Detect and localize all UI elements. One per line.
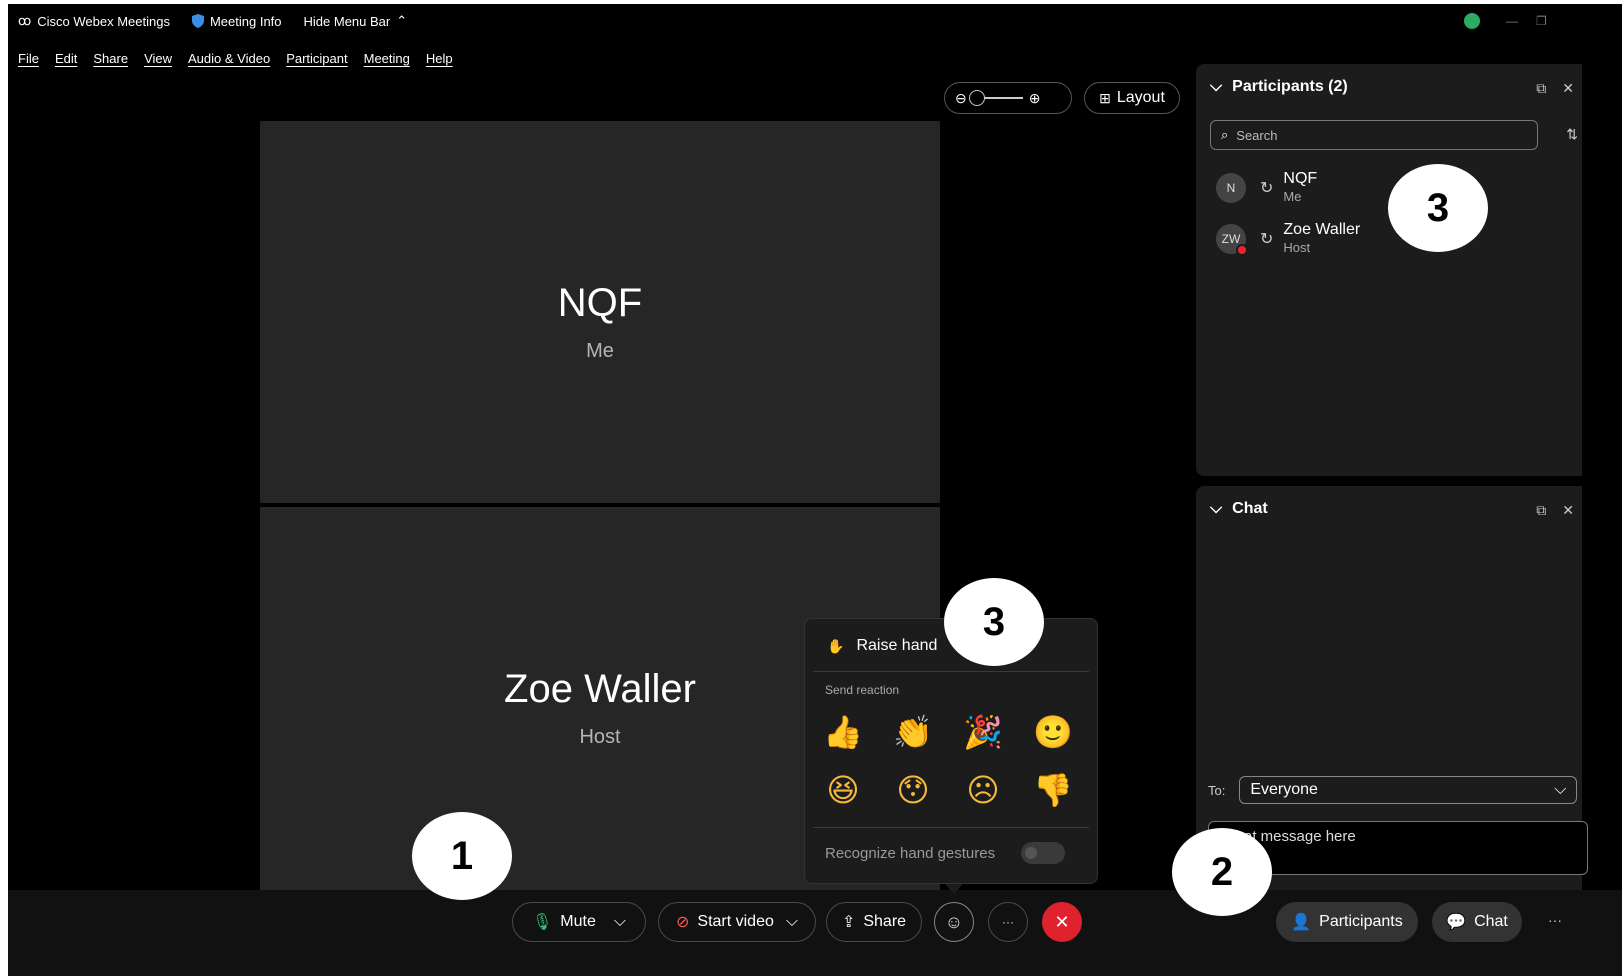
callout-3-reactions: 3	[944, 578, 1044, 666]
microphone-icon: 🎙	[531, 914, 553, 931]
tile-role: Me	[586, 340, 614, 362]
pop-out-icon[interactable]: ⧉	[1536, 80, 1546, 97]
callout-3-participants: 3	[1388, 164, 1488, 252]
participant-name: NQF	[1283, 170, 1318, 187]
callout-2: 2	[1172, 828, 1272, 916]
zoom-knob[interactable]	[968, 90, 985, 106]
recipient-select[interactable]: Everyone ⌵	[1239, 776, 1578, 804]
callout-1: 1	[412, 812, 512, 900]
webex-logo-icon: ꝏ	[18, 13, 32, 28]
network-status-icon[interactable]	[1464, 13, 1480, 29]
laugh-icon[interactable]: 😆	[823, 771, 863, 809]
chevron-up-icon: ⌃	[396, 13, 408, 28]
chevron-down-icon[interactable]: ⌵	[786, 913, 798, 931]
restore-icon[interactable]: ❐	[1536, 14, 1547, 28]
app-title: ꝏ Cisco Webex Meetings	[18, 13, 170, 29]
chat-bubble-icon: 💬	[1446, 914, 1467, 931]
clap-icon[interactable]: 👏	[893, 713, 933, 751]
popover-caret	[945, 884, 963, 894]
search-icon: ⌕	[1221, 127, 1229, 142]
reactions-button[interactable]: ☺	[934, 902, 974, 942]
chevron-down-icon: ⌵	[1554, 781, 1567, 798]
title-bar: ꝏ Cisco Webex Meetings Meeting Info Hide…	[8, 4, 1622, 38]
more-options-button[interactable]: ···	[988, 902, 1028, 942]
share-button[interactable]: ⇪ Share	[826, 902, 922, 942]
surprised-icon[interactable]: 😯	[893, 771, 933, 809]
menu-help[interactable]: Help	[426, 51, 453, 66]
webex-window: ꝏ Cisco Webex Meetings Meeting Info Hide…	[8, 4, 1622, 976]
chat-panel: ⌵ Chat ⧉ ✕ To: Everyone ⌵ r chat message…	[1196, 486, 1588, 890]
close-icon[interactable]: ✕	[1562, 502, 1574, 519]
participants-button[interactable]: 👤 Participants	[1276, 902, 1418, 942]
participant-row[interactable]: ZW ↻ Zoe Waller Host	[1216, 221, 1360, 257]
close-icon[interactable]: ✕	[1562, 80, 1574, 97]
zoom-out-icon[interactable]: ⊖	[955, 90, 967, 107]
chevron-down-icon[interactable]: ⌵	[1210, 500, 1222, 518]
end-call-button[interactable]: ✕	[1042, 902, 1082, 942]
mute-button[interactable]: 🎙 Mute ⌵	[512, 902, 646, 942]
avatar: N	[1216, 173, 1246, 203]
divider	[813, 671, 1089, 672]
grid-icon: ⊞	[1099, 89, 1111, 106]
zoom-track[interactable]	[968, 90, 1023, 106]
to-label: To:	[1208, 782, 1226, 798]
zoom-in-icon[interactable]: ⊕	[1029, 90, 1041, 107]
hand-gestures-toggle[interactable]	[1021, 842, 1065, 864]
pop-out-icon[interactable]: ⧉	[1536, 502, 1546, 519]
thumbs-down-icon[interactable]: 👎	[1033, 771, 1073, 809]
reactions-popover: ✋ Raise hand Send reaction 👍 👏 🎉 🙂 😆 😯 ☹…	[804, 618, 1098, 884]
shield-icon	[191, 14, 204, 28]
search-input[interactable]	[1234, 126, 1519, 144]
people-icon: 👤	[1291, 914, 1312, 931]
participants-panel: ⌵ Participants (2) ⧉ ✕ ⌕ ⇅ N ↻ NQF Me ZW…	[1196, 64, 1582, 476]
sad-icon[interactable]: ☹	[963, 771, 1003, 809]
divider	[813, 827, 1089, 828]
participant-role: Host	[1283, 240, 1311, 255]
menu-audio-video[interactable]: Audio & Video	[188, 51, 270, 66]
party-icon[interactable]: 🎉	[963, 713, 1003, 751]
chat-header[interactable]: ⌵ Chat	[1210, 500, 1268, 518]
menu-meeting[interactable]: Meeting	[364, 51, 410, 66]
participants-header[interactable]: ⌵ Participants (2)	[1210, 78, 1348, 96]
raise-hand-button[interactable]: ✋ Raise hand	[827, 637, 937, 655]
participant-role: Me	[1283, 189, 1302, 204]
layout-button[interactable]: ⊞ Layout	[1084, 82, 1180, 114]
participant-row[interactable]: N ↻ NQF Me	[1216, 170, 1317, 206]
hand-gestures-label: Recognize hand gestures	[825, 845, 996, 862]
minimize-icon[interactable]: —	[1506, 14, 1518, 28]
thumbs-up-icon[interactable]: 👍	[823, 713, 863, 751]
panel-actions: ⧉ ✕	[1536, 80, 1574, 97]
audio-connected-icon: ↻	[1260, 180, 1274, 197]
chevron-down-icon[interactable]: ⌵	[1210, 78, 1222, 96]
menu-share[interactable]: Share	[93, 51, 128, 66]
smile-icon[interactable]: 🙂	[1033, 713, 1073, 751]
hide-menu-bar-button[interactable]: Hide Menu Bar ⌃	[304, 13, 408, 29]
menu-file[interactable]: File	[18, 51, 39, 66]
toggle-knob	[1025, 847, 1037, 859]
panel-actions: ⧉ ✕	[1536, 502, 1574, 519]
menu-bar: File Edit Share View Audio & Video Parti…	[8, 46, 459, 70]
avatar: ZW	[1216, 224, 1248, 256]
participant-name: Zoe Waller	[1283, 221, 1361, 238]
chevron-down-icon[interactable]: ⌵	[614, 913, 626, 931]
share-screen-icon: ⇪	[841, 914, 856, 931]
chat-recipient-row: To: Everyone ⌵	[1208, 776, 1578, 804]
video-off-icon: ⊘	[675, 914, 690, 931]
menu-view[interactable]: View	[144, 51, 172, 66]
chat-button[interactable]: 💬 Chat	[1432, 902, 1522, 942]
hand-icon: ✋	[827, 637, 845, 654]
send-reaction-label: Send reaction	[825, 683, 900, 697]
menu-participant[interactable]: Participant	[286, 51, 347, 66]
meeting-info-button[interactable]: Meeting Info	[191, 14, 282, 29]
video-off-badge-icon	[1236, 244, 1248, 256]
video-tile-nqf: NQF Me	[260, 121, 940, 503]
tile-name: NQF	[557, 281, 643, 325]
start-video-button[interactable]: ⊘ Start video ⌵	[658, 902, 816, 942]
audio-connected-icon: ↻	[1260, 231, 1274, 248]
participant-search[interactable]: ⌕	[1210, 120, 1538, 150]
zoom-slider[interactable]: ⊖ ⊕	[944, 82, 1072, 114]
menu-edit[interactable]: Edit	[55, 51, 77, 66]
overflow-icon[interactable]: ···	[1548, 912, 1562, 928]
sort-icon[interactable]: ⇅	[1566, 126, 1578, 143]
